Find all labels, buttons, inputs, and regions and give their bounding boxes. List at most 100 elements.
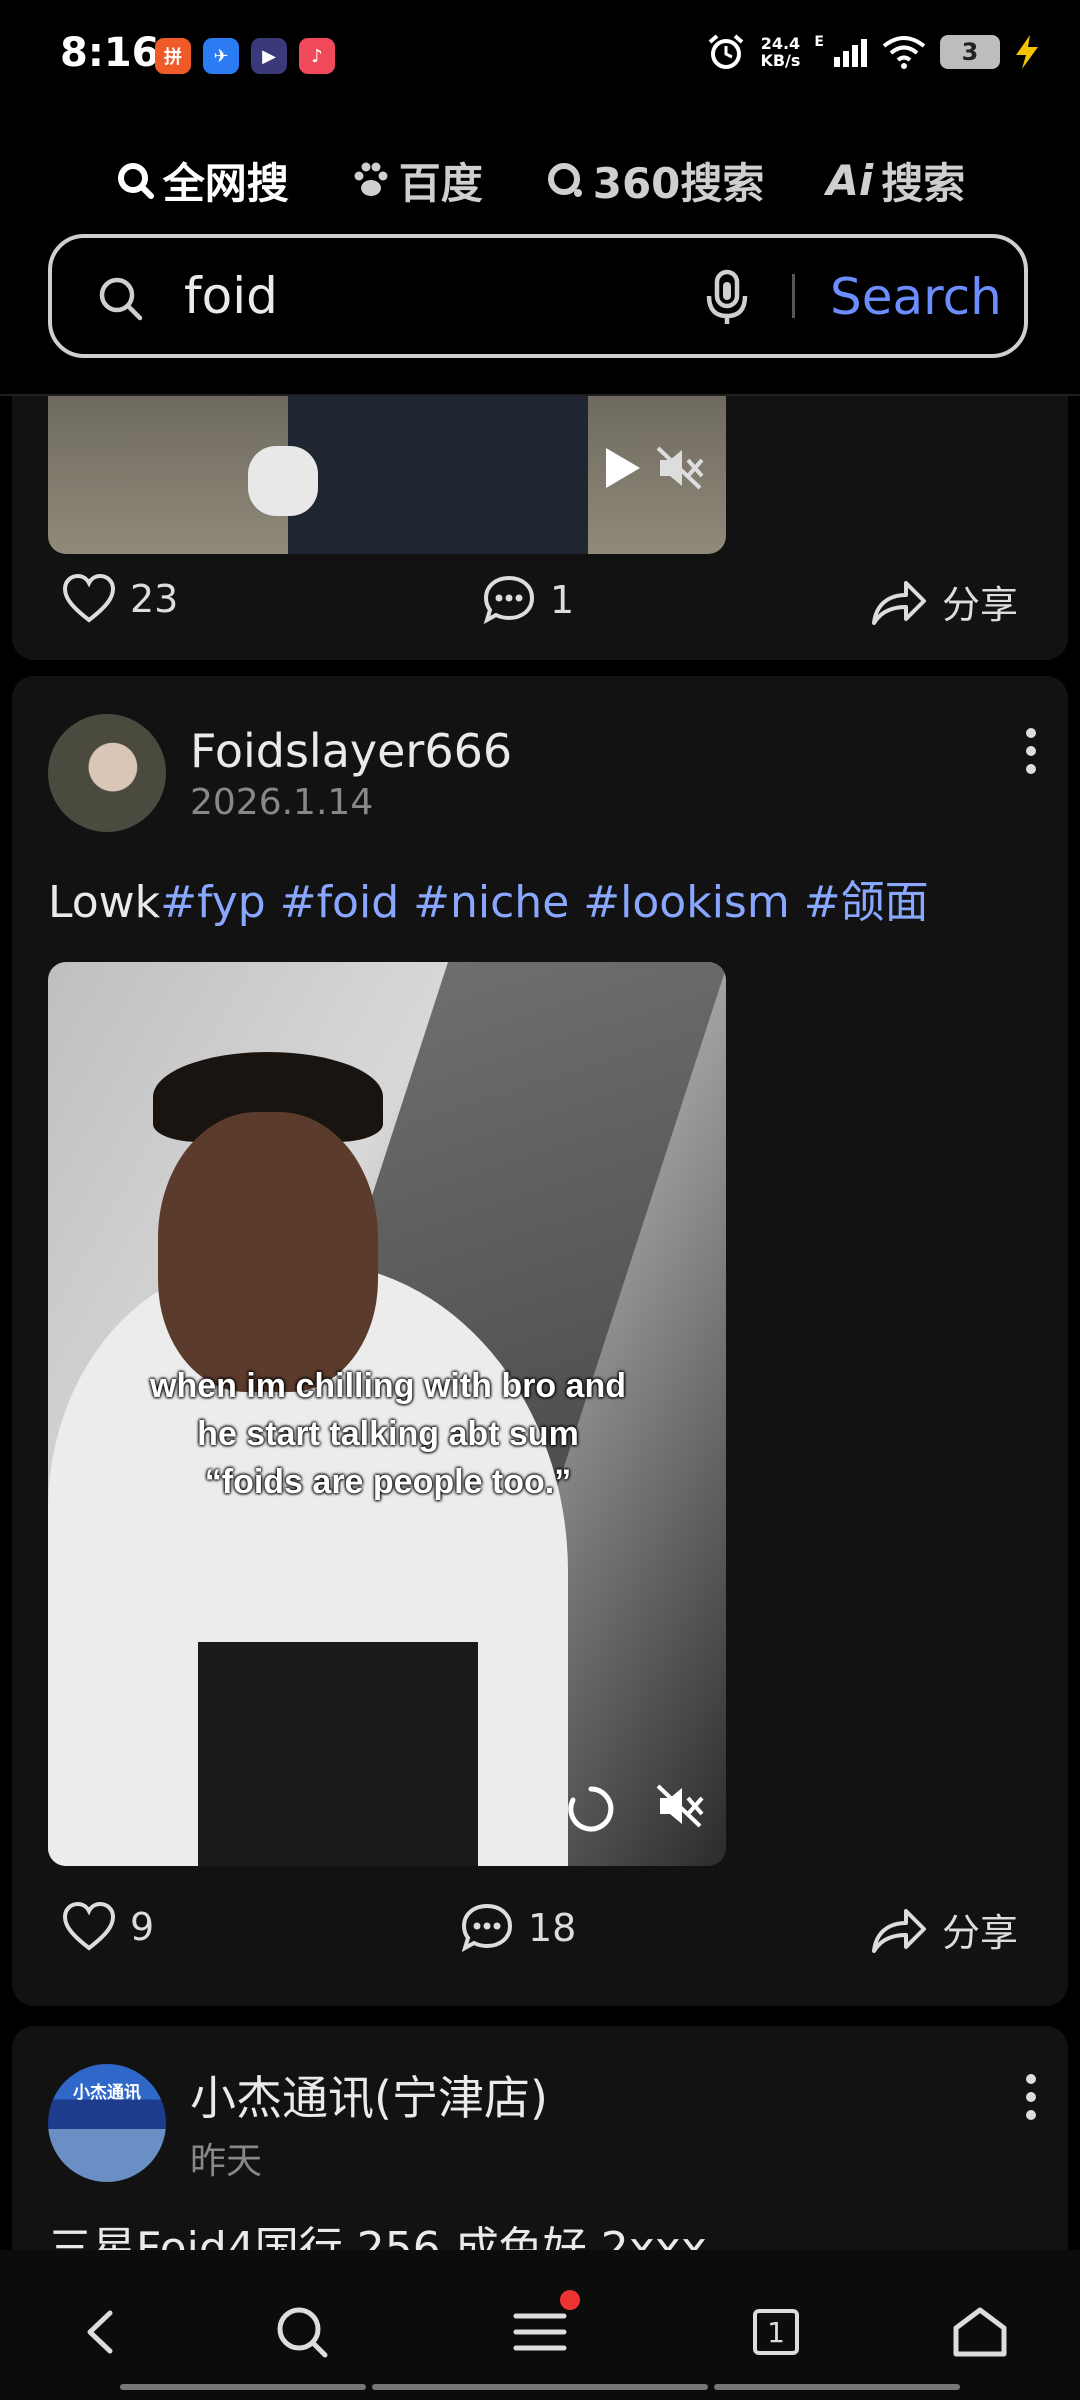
- hashtag[interactable]: #lookism: [583, 877, 789, 928]
- menu-icon: [513, 2313, 567, 2351]
- home-button[interactable]: [940, 2292, 1020, 2372]
- post-actions: 9 18 分享: [12, 1902, 1068, 1982]
- app-icon-music: ♪: [299, 38, 335, 74]
- search-icon: [99, 277, 143, 321]
- search-icon: [117, 163, 154, 199]
- loading-spinner-icon: [568, 1786, 614, 1832]
- tab-all-web[interactable]: 全网搜: [115, 150, 289, 211]
- like-button[interactable]: 9: [62, 1902, 154, 1952]
- tab-count-icon: 1: [753, 2309, 799, 2355]
- post-author[interactable]: 小杰通讯 小杰通讯(宁津店) 昨天: [48, 2062, 548, 2184]
- share-button[interactable]: 分享: [870, 574, 1018, 629]
- network-type: E: [814, 34, 824, 50]
- search-button[interactable]: Search: [830, 268, 1002, 326]
- menu-button[interactable]: [500, 2290, 580, 2372]
- app-icon-blue: ✈: [203, 38, 239, 74]
- notification-app-icons: 拼 ✈ ▶ ♪: [155, 38, 335, 74]
- mute-icon[interactable]: [656, 446, 706, 490]
- cell-signal-icon: [834, 39, 867, 67]
- net-speed-unit: KB/s: [760, 51, 801, 70]
- tabs-button[interactable]: 1: [736, 2292, 816, 2372]
- search-icon: [277, 2307, 328, 2358]
- chevron-left-icon: [87, 2310, 113, 2354]
- tab-label: 360搜索: [592, 158, 765, 208]
- net-speed: 24.4 KB/s: [760, 35, 800, 69]
- author-name[interactable]: Foidslayer666: [190, 724, 512, 778]
- more-options-icon[interactable]: [1026, 728, 1040, 774]
- hashtag[interactable]: #颌面: [804, 877, 929, 928]
- share-button[interactable]: 分享: [870, 1902, 1018, 1957]
- divider: [792, 274, 795, 318]
- paw-icon: [354, 162, 388, 196]
- play-icon[interactable]: [602, 446, 642, 490]
- tab-label: 百度: [398, 158, 483, 208]
- share-icon: [872, 580, 926, 625]
- app-icon-player: ▶: [251, 38, 287, 74]
- video-subject-bag: [198, 1642, 478, 1866]
- avatar[interactable]: 小杰通讯: [48, 2064, 166, 2182]
- back-button[interactable]: [60, 2292, 140, 2372]
- share-icon: [872, 1908, 926, 1953]
- post-text: 三星Foid4国行 256 成色好 2xxx: [48, 2223, 707, 2250]
- gesture-bar-center[interactable]: [372, 2384, 708, 2390]
- share-label: 分享: [942, 1911, 1019, 1955]
- hashtag[interactable]: #niche: [413, 877, 569, 928]
- search-nav-button[interactable]: [262, 2292, 342, 2372]
- battery-indicator: 3: [940, 35, 1000, 69]
- post-card: Foidslayer666 2026.1.14 Lowk#fyp #foid #…: [12, 676, 1068, 2006]
- like-button[interactable]: 23: [62, 574, 178, 624]
- share-label: 分享: [942, 583, 1019, 627]
- comment-count: 18: [528, 1906, 577, 1950]
- post-author[interactable]: Foidslayer666 2026.1.14: [48, 714, 512, 832]
- wifi-icon: [882, 36, 926, 69]
- thumbnail-charm: [248, 446, 318, 516]
- notification-dot: [560, 2290, 580, 2310]
- more-options-icon[interactable]: [1026, 2074, 1040, 2120]
- video-player[interactable]: when im chilling with bro and he start t…: [48, 962, 726, 1866]
- tab-baidu[interactable]: 百度: [351, 150, 483, 211]
- clock: 8:16: [60, 30, 160, 76]
- post-text: Lowk#fyp #foid #niche #lookism #颌面: [48, 866, 929, 930]
- app-icon-pinduoduo: 拼: [155, 38, 191, 74]
- video-thumbnail[interactable]: [48, 396, 726, 554]
- tab-label: 全网搜: [162, 158, 289, 208]
- tab-360[interactable]: 360搜索: [545, 150, 765, 211]
- microphone-icon[interactable]: [702, 268, 752, 328]
- comment-button[interactable]: 18: [460, 1902, 576, 1954]
- status-icons: 24.4 KB/s E 3: [706, 32, 1040, 72]
- comment-icon: [483, 575, 535, 625]
- author-name[interactable]: 小杰通讯(宁津店): [190, 2062, 548, 2128]
- gesture-bar-right: [714, 2384, 960, 2390]
- alarm-icon: [709, 34, 744, 69]
- video-subject-face: [158, 1112, 378, 1392]
- tab-label: 搜索: [881, 158, 966, 208]
- status-bar: 8:16 拼 ✈ ▶ ♪ 24.4 KB/s E 3: [0, 0, 1080, 115]
- bottom-navigation: 1: [0, 2250, 1080, 2400]
- like-count: 23: [130, 577, 179, 621]
- post-text-prefix: Lowk: [48, 877, 161, 928]
- tab-ai-search[interactable]: Ai 搜索: [826, 150, 965, 211]
- search-engine-tabs: 全网搜 百度 360搜索 Ai 搜索: [0, 140, 1080, 220]
- search-bar: Search: [48, 234, 1028, 358]
- charging-bolt-icon: [1016, 35, 1038, 69]
- mute-icon[interactable]: [656, 1784, 706, 1828]
- home-icon: [953, 2307, 1007, 2357]
- post-actions: 23 1 分享: [12, 574, 1068, 654]
- video-caption: when im chilling with bro and he start t…: [150, 1367, 626, 1501]
- hashtag[interactable]: #foid: [280, 877, 399, 928]
- hashtag[interactable]: #fyp: [160, 877, 266, 928]
- comment-icon: [461, 1903, 513, 1953]
- search-input[interactable]: [182, 266, 706, 326]
- thumbnail-figure: [288, 396, 588, 554]
- like-count: 9: [130, 1905, 155, 1949]
- net-speed-value: 24.4: [760, 34, 801, 53]
- post-card: 23 1 分享: [12, 396, 1068, 660]
- post-date: 2026.1.14: [190, 781, 374, 823]
- post-card: 小杰通讯 小杰通讯(宁津店) 昨天 三星Foid4国行 256 成色好 2xxx: [12, 2026, 1068, 2250]
- results-feed[interactable]: 23 1 分享 Foidslayer666 2026.1.14 Lowk#fyp…: [0, 396, 1080, 2250]
- comment-button[interactable]: 1: [482, 574, 574, 626]
- avatar[interactable]: [48, 714, 166, 832]
- gesture-bar-left: [120, 2384, 366, 2390]
- tab-count: 1: [767, 2315, 785, 2349]
- heart-icon: [62, 574, 116, 623]
